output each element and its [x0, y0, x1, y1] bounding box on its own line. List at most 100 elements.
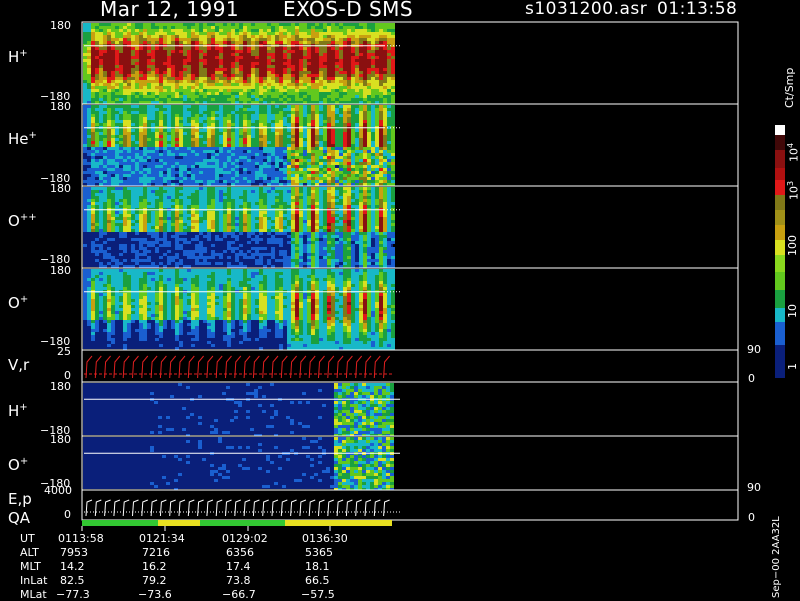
- spectrogram-cell: [343, 41, 347, 44]
- spectrogram-cell: [95, 120, 99, 123]
- spectrogram-cell: [139, 83, 143, 86]
- spectrogram-cell: [291, 65, 295, 68]
- spectrogram-cell: [223, 38, 227, 41]
- spectrogram-cell: [223, 217, 227, 220]
- spectrogram-cell: [263, 77, 267, 80]
- spectrogram-cell: [175, 144, 179, 147]
- spectrogram-cell: [191, 108, 195, 111]
- spectrogram-cell: [359, 180, 363, 183]
- spectrogram-cell: [215, 214, 219, 217]
- spectrogram-cell: [319, 77, 323, 80]
- spectrogram-cell: [339, 111, 343, 114]
- spectrogram-cell: [151, 80, 155, 83]
- spectrogram-cell: [259, 35, 263, 38]
- spectrogram-cell: [347, 177, 351, 180]
- spectrogram-cell: [343, 159, 347, 162]
- spectrogram-cell: [143, 50, 147, 53]
- spectrogram-cell: [187, 62, 191, 65]
- spectrogram-cell: [187, 89, 191, 92]
- spectrogram-cell: [143, 217, 147, 220]
- spectrogram-cell: [351, 86, 355, 89]
- spectrogram-cell: [315, 92, 319, 95]
- spectrogram-cell: [359, 156, 363, 159]
- spectrogram-cell: [355, 105, 359, 108]
- spectrogram-cell: [359, 59, 363, 62]
- spectrogram-cell: [339, 171, 343, 174]
- spectrogram-cell: [191, 80, 195, 83]
- spectrogram-cell: [367, 89, 371, 92]
- spectrogram-cell: [331, 92, 335, 95]
- spectrogram-cell: [375, 95, 379, 98]
- spectrogram-cell: [275, 56, 279, 59]
- spectrogram-cell: [99, 141, 103, 144]
- spectrogram-cell: [263, 120, 267, 123]
- spectrogram-cell: [311, 123, 315, 126]
- spectrogram-cell: [343, 129, 347, 132]
- spectrogram-cell: [175, 29, 179, 32]
- spectrogram-cell: [315, 180, 319, 183]
- spectrogram-cell: [247, 86, 251, 89]
- spectrogram-cell: [211, 177, 215, 180]
- spectrogram-cell: [147, 150, 151, 153]
- spectrogram-cell: [147, 105, 151, 108]
- spectrogram-cell: [339, 120, 343, 123]
- spectrogram-cell: [171, 229, 175, 232]
- spectrogram-cell: [103, 202, 107, 205]
- spectrogram-cell: [191, 180, 195, 183]
- spectrogram-cell: [255, 129, 259, 132]
- spectrogram-cell: [151, 129, 155, 132]
- spectrogram-cell: [339, 26, 343, 29]
- spectrogram-cell: [179, 23, 183, 26]
- spectrogram-cell: [103, 56, 107, 59]
- spectrogram-cell: [227, 244, 231, 247]
- spectrogram-cell: [103, 41, 107, 44]
- spectrogram-cell: [171, 211, 175, 214]
- spectrogram-cell: [215, 83, 219, 86]
- spectrogram-cell: [311, 135, 315, 138]
- spectrogram-cell: [139, 153, 143, 156]
- spectrogram-cell: [131, 95, 135, 98]
- spectrogram-cell: [87, 190, 91, 193]
- spectrogram-cell: [99, 229, 103, 232]
- spectrogram-cell: [179, 56, 183, 59]
- spectrogram-cell: [139, 141, 143, 144]
- spectrogram-cell: [267, 141, 271, 144]
- spectrogram-cell: [363, 77, 367, 80]
- spectrogram-cell: [263, 35, 267, 38]
- spectrogram-cell: [243, 159, 247, 162]
- spectrogram-cell: [255, 26, 259, 29]
- spectrogram-cell: [203, 141, 207, 144]
- spectrogram-cell: [147, 89, 151, 92]
- spectrogram-cell: [175, 238, 179, 241]
- spectrogram-cell: [387, 65, 391, 68]
- spectrogram-cell: [107, 144, 111, 147]
- spectrogram-cell: [163, 98, 167, 101]
- spectrogram-cell: [195, 71, 199, 74]
- spectrogram-cell: [223, 135, 227, 138]
- spectrogram-cell: [191, 111, 195, 114]
- spectrogram-cell: [159, 174, 163, 177]
- spectrogram-cell: [95, 214, 99, 217]
- spectrogram-cell: [171, 23, 175, 26]
- spectrogram-cell: [187, 68, 191, 71]
- spectrogram-cell: [223, 92, 227, 95]
- spectrogram-cell: [83, 98, 87, 101]
- spectrogram-cell: [199, 41, 203, 44]
- spectrogram-cell: [227, 165, 231, 168]
- spectrogram-cell: [151, 74, 155, 77]
- spectrogram-cell: [275, 111, 279, 114]
- spectrogram-cell: [327, 74, 331, 77]
- spectrogram-cell: [123, 141, 127, 144]
- spectrogram-cell: [167, 114, 171, 117]
- spectrogram-cell: [359, 117, 363, 120]
- spectrogram-cell: [139, 95, 143, 98]
- spectrogram-cell: [147, 71, 151, 74]
- spectrogram-cell: [279, 129, 283, 132]
- spectrogram-cell: [231, 196, 235, 199]
- spectrogram-cell: [183, 193, 187, 196]
- spectrogram-cell: [179, 129, 183, 132]
- spectrogram-cell: [131, 138, 135, 141]
- spectrogram-cell: [247, 59, 251, 62]
- spectrogram-cell: [359, 68, 363, 71]
- spectrogram-cell: [135, 108, 139, 111]
